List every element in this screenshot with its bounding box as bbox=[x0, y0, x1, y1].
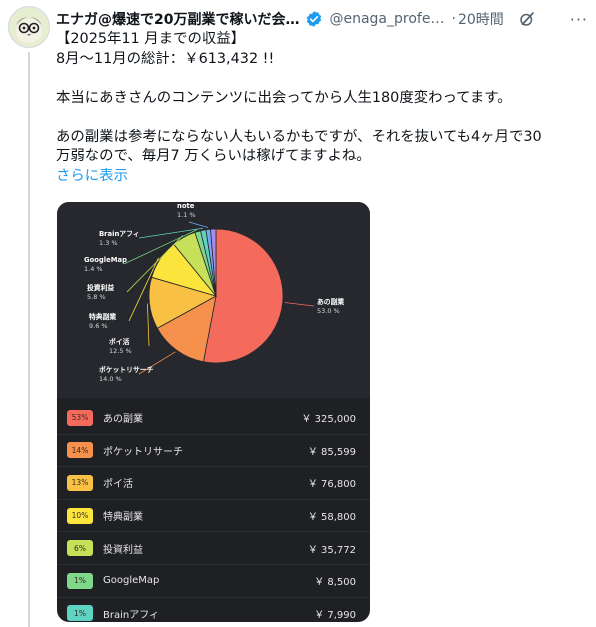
pie-chart-svg: あの副業53.0 % ポケットリサーチ14.0 % ポイ活12.5 % 特典副業9.6… bbox=[84, 202, 344, 383]
percent-badge: 53% bbox=[67, 409, 93, 426]
table-row: 53% あの副業 ￥ 325,000 bbox=[57, 402, 370, 435]
post-line: 万弱なので、毎月7 万くらいは稼げてますよね。 bbox=[56, 148, 371, 164]
row-name: GoogleMap bbox=[103, 575, 160, 587]
show-more-link[interactable]: さらに表示 bbox=[56, 167, 576, 187]
verified-badge-icon bbox=[305, 10, 323, 28]
pie-percent-label: 1.4 % bbox=[84, 265, 103, 273]
pie-label: 特典副業 bbox=[89, 312, 116, 321]
income-table: 53% あの副業 ￥ 325,000 14% ポケットリサーチ ￥ 85,599 13% ポイ… bbox=[57, 402, 370, 622]
post-text: 【2025年11 月までの収益】 8月～11月の総計：￥613,432 !! 本… bbox=[56, 30, 576, 186]
row-name: 特典副業 bbox=[103, 512, 143, 524]
pie-leader-line bbox=[188, 221, 209, 228]
separator-dot: · bbox=[451, 11, 456, 27]
pie-label: 投資利益 bbox=[87, 283, 114, 292]
pie-chart: あの副業 53.0 % ポケットリサーチ 14.0 % ポイ活 12.5 % 特典副業 9.6… bbox=[57, 202, 370, 398]
table-row: 10% 特典副業 ￥ 58,800 bbox=[57, 500, 370, 533]
row-name: あの副業 bbox=[103, 414, 143, 426]
attached-image[interactable]: あの副業 53.0 % ポケットリサーチ 14.0 % ポイ活 12.5 % 特典副業 9.6… bbox=[57, 202, 370, 622]
percent-badge: 1% bbox=[67, 572, 93, 589]
post-line: あの副業は参考にならない人もいるかもですが、それを抜いても4ヶ月で30 bbox=[56, 128, 542, 145]
thread-line bbox=[28, 52, 30, 627]
row-name: ポケットリサーチ bbox=[103, 446, 183, 458]
table-row: 13% ポイ活 ￥ 76,800 bbox=[57, 467, 370, 500]
pie-percent-label: 12.5 % bbox=[109, 347, 132, 355]
pie-leader-line bbox=[284, 302, 315, 307]
post-header: エナガ@爆速で20万副業で稼いだ会… @enaga_profes… · 20時間… bbox=[56, 8, 588, 30]
percent-badge: 6% bbox=[67, 540, 93, 557]
avatar[interactable] bbox=[8, 6, 50, 48]
post-line: 本当にあきさんのコンテンツに出会ってから人生180度変わってます。 bbox=[56, 89, 512, 106]
post-line: 8月～11月の総計：￥613,432 !! bbox=[56, 50, 275, 67]
table-row: 14% ポケットリサーチ ￥ 85,599 bbox=[57, 435, 370, 468]
pie-leader-line bbox=[147, 303, 150, 347]
row-name: 投資利益 bbox=[103, 544, 143, 556]
percent-badge: 1% bbox=[67, 605, 93, 622]
table-row: 1% GoogleMap ￥ 8,500 bbox=[57, 565, 370, 598]
pie-label: Brainアフィ bbox=[99, 230, 140, 238]
pie-label: ポイ活 bbox=[109, 337, 130, 346]
pie-label: ポケットリサーチ bbox=[99, 365, 154, 374]
pie-percent-label: 1.1 % bbox=[177, 211, 196, 219]
pie-label: あの副業 bbox=[317, 297, 344, 306]
row-name: ポイ活 bbox=[103, 479, 133, 491]
row-amount: ￥ 325,000 bbox=[301, 414, 356, 426]
percent-badge: 13% bbox=[67, 474, 93, 491]
row-amount: ￥ 35,772 bbox=[307, 544, 356, 556]
pie-label: GoogleMap bbox=[84, 256, 127, 264]
pie-percent-label: 5.8 % bbox=[87, 293, 106, 301]
post-line bbox=[56, 108, 576, 128]
more-icon[interactable]: ··· bbox=[570, 10, 588, 29]
pie-percent-label: 9.6 % bbox=[89, 322, 108, 330]
row-amount: ￥ 7,990 bbox=[314, 609, 356, 621]
avatar-image bbox=[9, 7, 49, 47]
row-amount: ￥ 8,500 bbox=[314, 577, 356, 589]
row-name: Brainアフィ bbox=[103, 609, 160, 621]
post-timestamp[interactable]: 20時間 bbox=[458, 9, 504, 29]
percent-badge: 14% bbox=[67, 442, 93, 459]
pie-percent-label: 14.0 % bbox=[99, 375, 122, 383]
post-line bbox=[56, 69, 576, 89]
table-row: 6% 投資利益 ￥ 35,772 bbox=[57, 532, 370, 565]
author-handle[interactable]: @enaga_profes… bbox=[329, 11, 447, 27]
table-row: 1% Brainアフィ ￥ 7,990 bbox=[57, 598, 370, 622]
pie-percent-label: 1.3 % bbox=[99, 239, 118, 247]
author-name[interactable]: エナガ@爆速で20万副業で稼いだ会… bbox=[56, 9, 299, 29]
grok-icon[interactable] bbox=[518, 10, 536, 28]
row-amount: ￥ 76,800 bbox=[307, 479, 356, 491]
pie-label: note bbox=[177, 202, 195, 210]
row-amount: ￥ 58,800 bbox=[307, 512, 356, 524]
pie-percent-label: 53.0 % bbox=[317, 307, 340, 315]
post-line: 【2025年11 月までの収益】 bbox=[56, 31, 246, 47]
row-amount: ￥ 85,599 bbox=[307, 446, 356, 458]
percent-badge: 10% bbox=[67, 507, 93, 524]
